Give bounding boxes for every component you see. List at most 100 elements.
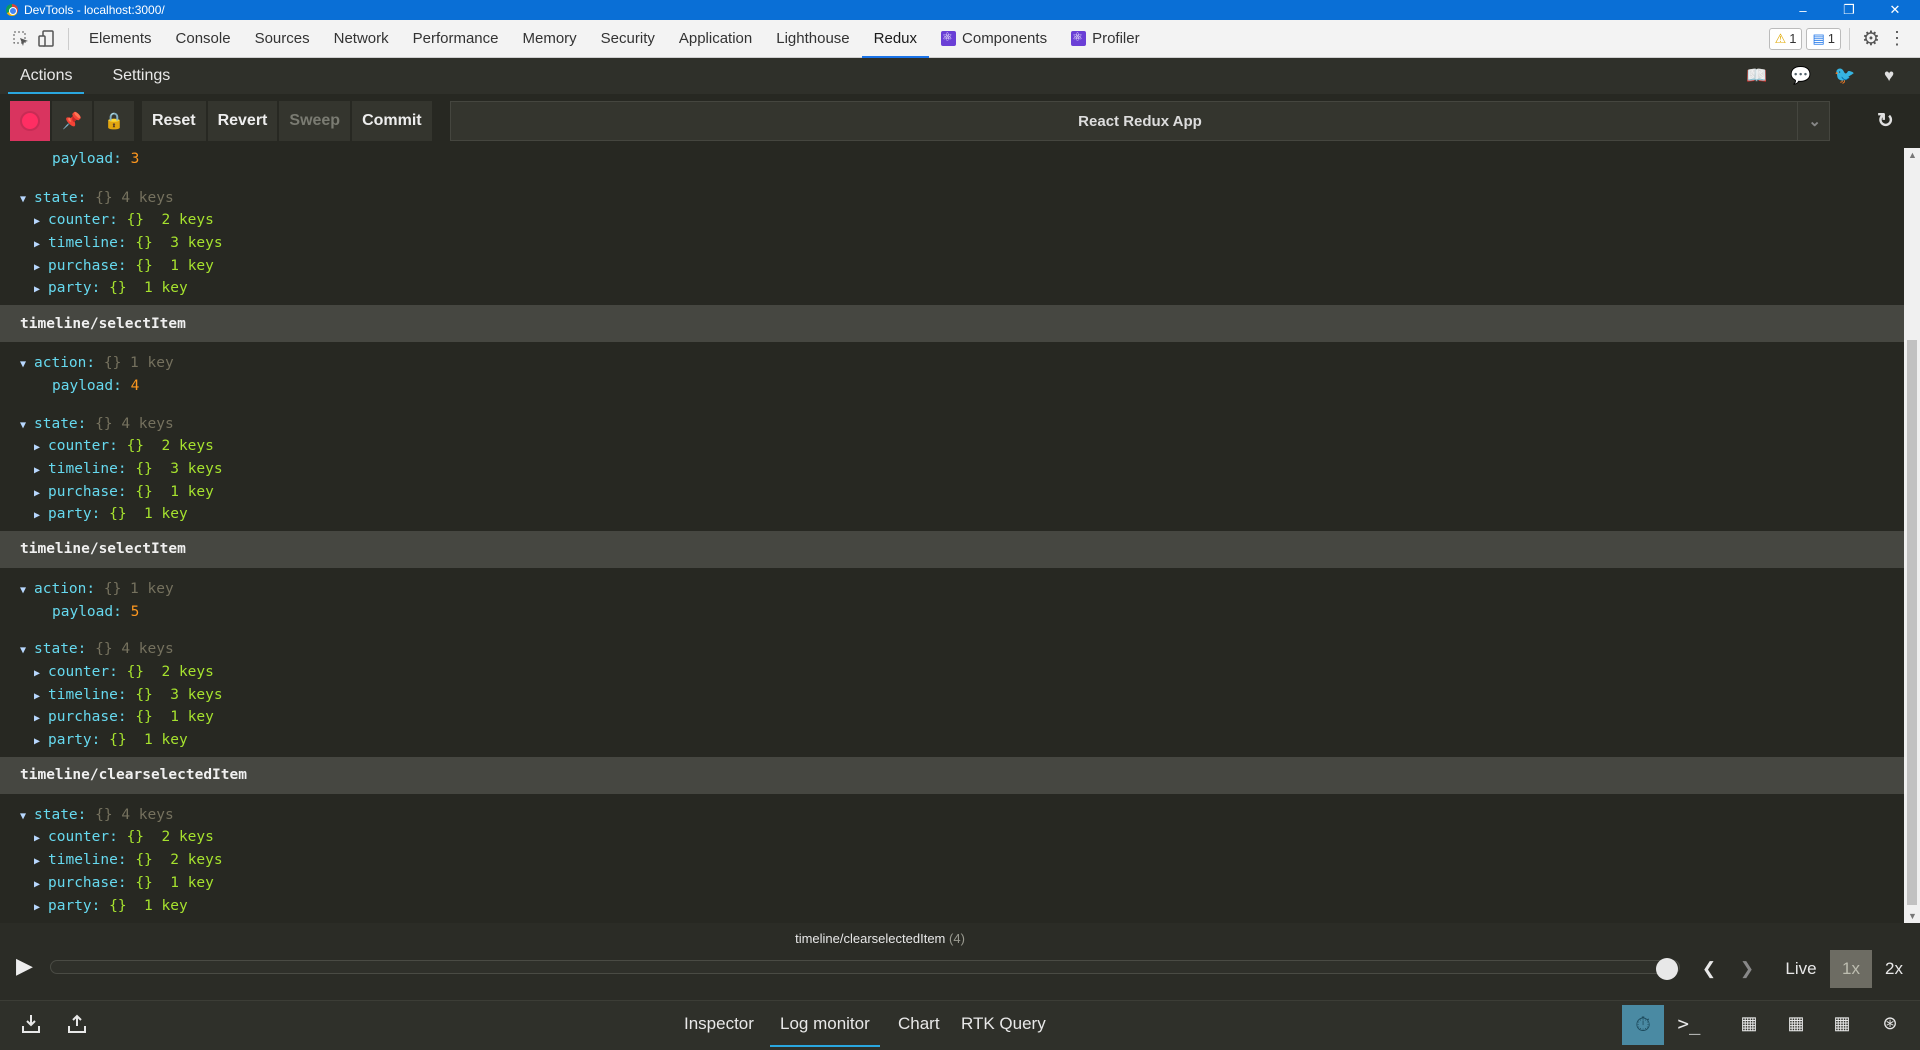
live-button[interactable]: Live <box>1778 950 1824 988</box>
inspect-element-icon[interactable] <box>8 26 34 52</box>
dock-right-icon[interactable]: ▦ <box>1783 1013 1809 1039</box>
record-button[interactable] <box>10 101 50 141</box>
state-row[interactable]: ▼ state: {} 4 keys <box>0 638 1904 661</box>
action-row[interactable]: ▼ action: {} 1 key <box>0 578 1904 601</box>
action-entry-header[interactable]: timeline/selectItem <box>0 305 1904 343</box>
expand-icon: ▼ <box>20 193 27 205</box>
tree-row[interactable]: ▶ party: {} 1 key <box>0 503 1904 526</box>
reset-button[interactable]: Reset <box>142 101 206 141</box>
action-entry-header[interactable]: timeline/clearselectedItem <box>0 756 1904 794</box>
terminal-icon[interactable]: >_ <box>1676 1013 1702 1039</box>
tab-memory[interactable]: Memory <box>511 20 589 58</box>
tab-redux[interactable]: Redux <box>861 20 930 58</box>
tree-row[interactable]: ▶ party: {} 1 key <box>0 895 1904 918</box>
tree-row[interactable]: ▶ counter: {} 2 keys <box>0 435 1904 458</box>
dock-left-icon[interactable]: ▦ <box>1736 1013 1762 1039</box>
tab-actions[interactable]: Actions <box>0 58 92 94</box>
state-key: state: <box>34 641 87 658</box>
action-entry-header[interactable]: timeline/selectItem <box>0 530 1904 568</box>
heart-icon[interactable]: ♥ <box>1877 66 1901 86</box>
play-button[interactable]: ▶ <box>16 953 33 979</box>
action-row[interactable]: ▼ action: {} 1 key <box>0 352 1904 375</box>
payload-value: 3 <box>130 151 140 167</box>
state-row[interactable]: ▼ state: {} 4 keys <box>0 413 1904 436</box>
tree-row[interactable]: ▶ party: {} 1 key <box>0 277 1904 300</box>
tree-key: counter: <box>48 212 118 229</box>
tab-sources[interactable]: Sources <box>243 20 322 58</box>
step-forward-button[interactable]: ❯ <box>1734 950 1760 988</box>
slider-handle[interactable] <box>1656 958 1678 980</box>
tree-row[interactable]: ▶ timeline: {} 3 keys <box>0 232 1904 255</box>
tree-row[interactable]: ▶ timeline: {} 2 keys <box>0 849 1904 872</box>
lock-icon: 🔒 <box>104 113 124 130</box>
tree-row[interactable]: ▶ purchase: {} 1 key <box>0 706 1904 729</box>
close-icon[interactable]: ✕ <box>1872 0 1918 20</box>
persist-button[interactable]: ⏱ <box>1622 1005 1664 1045</box>
commit-button[interactable]: Commit <box>352 101 432 141</box>
tab-network[interactable]: Network <box>322 20 401 58</box>
twitter-icon[interactable]: 🐦 <box>1833 66 1857 86</box>
scroll-down-icon[interactable]: ▼ <box>1908 911 1917 921</box>
restore-icon[interactable]: ❐ <box>1826 0 1872 20</box>
tab-lighthouse[interactable]: Lighthouse <box>764 20 861 58</box>
tab-log-monitor[interactable]: Log monitor <box>770 1001 880 1047</box>
state-key: state: <box>34 189 87 206</box>
tree-meta: {} 3 keys <box>135 686 223 703</box>
dock-bottom-icon[interactable]: ▦ <box>1829 1013 1855 1039</box>
collapsed-icon: ▶ <box>34 284 41 296</box>
tab-settings[interactable]: Settings <box>92 58 190 94</box>
timeline-slider[interactable] <box>50 960 1680 974</box>
lock-button[interactable]: 🔒 <box>94 101 134 141</box>
tab-performance[interactable]: Performance <box>401 20 511 58</box>
scrollbar-thumb[interactable] <box>1907 340 1917 905</box>
scroll-up-icon[interactable]: ▲ <box>1908 150 1917 160</box>
minimize-icon[interactable]: – <box>1780 0 1826 20</box>
tab-chart[interactable]: Chart <box>888 1001 950 1047</box>
import-icon[interactable] <box>18 1013 44 1039</box>
collapsed-icon: ▶ <box>34 442 41 454</box>
docs-icon[interactable]: 📖 <box>1745 66 1769 86</box>
collapsed-icon: ▶ <box>34 736 41 748</box>
tab-profiler[interactable]: Profiler <box>1059 20 1152 58</box>
step-back-button[interactable]: ❮ <box>1696 950 1722 988</box>
instance-select[interactable]: React Redux App ⌄ <box>450 101 1830 141</box>
tree-row[interactable]: ▶ timeline: {} 3 keys <box>0 458 1904 481</box>
speed-2x-button[interactable]: 2x <box>1876 950 1912 988</box>
pin-button[interactable]: 📌 <box>52 101 92 141</box>
tab-application[interactable]: Application <box>667 20 764 58</box>
state-meta: {} 4 keys <box>95 806 174 823</box>
state-row[interactable]: ▼ state: {} 4 keys <box>0 187 1904 210</box>
tree-row[interactable]: ▶ counter: {} 2 keys <box>0 826 1904 849</box>
tab-elements[interactable]: Elements <box>77 20 164 58</box>
tree-meta: {} 1 key <box>109 280 188 297</box>
speed-1x-button[interactable]: 1x <box>1830 950 1872 988</box>
tree-row[interactable]: ▶ counter: {} 2 keys <box>0 209 1904 232</box>
messages-badge[interactable]: ▤ 1 <box>1806 27 1841 50</box>
tree-row[interactable]: ▶ purchase: {} 1 key <box>0 872 1904 895</box>
remote-icon[interactable]: ⊛ <box>1877 1013 1903 1039</box>
sync-icon[interactable]: ↻ <box>1877 108 1894 133</box>
warnings-badge[interactable]: ⚠ 1 <box>1768 27 1803 50</box>
tree-row[interactable]: ▶ counter: {} 2 keys <box>0 661 1904 684</box>
tab-rtk-query[interactable]: RTK Query <box>951 1001 1056 1047</box>
tab-inspector[interactable]: Inspector <box>674 1001 764 1047</box>
more-options-icon[interactable]: ⋮ <box>1884 26 1910 52</box>
tab-components[interactable]: Components <box>929 20 1059 58</box>
tree-row[interactable]: ▶ purchase: {} 1 key <box>0 481 1904 504</box>
export-icon[interactable] <box>64 1013 90 1039</box>
state-row[interactable]: ▼ state: {} 4 keys <box>0 804 1904 827</box>
gear-icon[interactable]: ⚙ <box>1858 26 1884 52</box>
collapsed-icon: ▶ <box>34 510 41 522</box>
tree-row[interactable]: ▶ purchase: {} 1 key <box>0 255 1904 278</box>
tree-row[interactable]: ▶ party: {} 1 key <box>0 729 1904 752</box>
tree-row[interactable]: ▶ timeline: {} 3 keys <box>0 684 1904 707</box>
tab-security[interactable]: Security <box>589 20 667 58</box>
device-toolbar-icon[interactable] <box>34 26 60 52</box>
feedback-icon[interactable]: 💬 <box>1789 66 1813 86</box>
collapsed-icon: ▶ <box>34 487 41 499</box>
message-icon: ▤ <box>1812 30 1825 46</box>
tab-console[interactable]: Console <box>164 20 243 58</box>
revert-button[interactable]: Revert <box>207 101 278 141</box>
sweep-button[interactable]: Sweep <box>279 101 351 141</box>
log-scrollbar[interactable]: ▲ ▼ <box>1904 148 1920 923</box>
